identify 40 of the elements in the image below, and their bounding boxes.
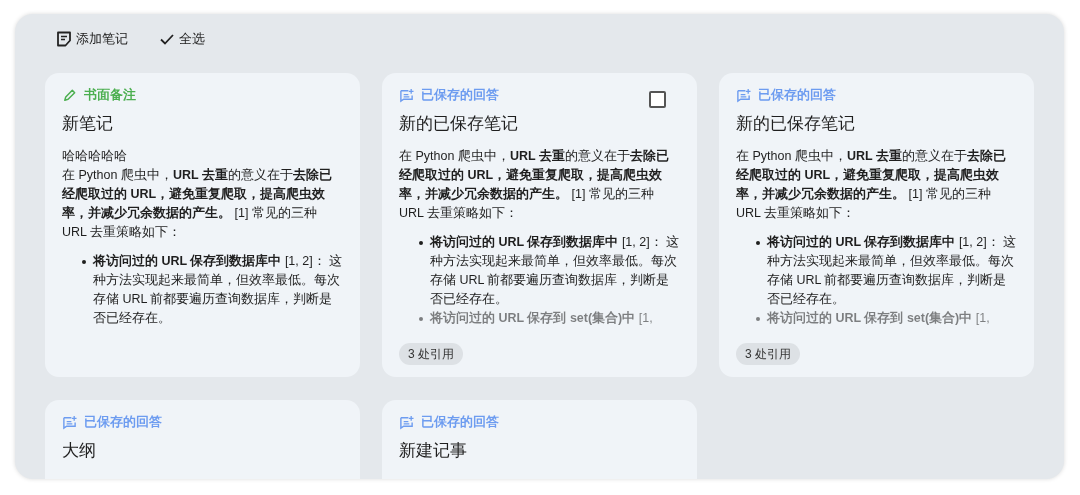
source-label: 书面备注 — [84, 87, 136, 104]
bullet-text: 将访问过的 URL 保存到 set(集合)中 [1, — [767, 310, 990, 327]
note-title: 新的已保存笔记 — [399, 113, 519, 135]
note-card[interactable] — [382, 73, 697, 377]
note-text: 在 Python 爬虫中，URL 去重的意义在于去除已经爬取过的 URL，避免重复爬取，提高爬虫效率，并减少冗余数据的产生。 [1] 常见的三种 URL 去重策略如下： — [736, 148, 1007, 222]
source-label: 已保存的回答 — [421, 414, 499, 431]
saved-note-icon — [736, 88, 751, 103]
note-text: 在 Python 爬虫中，URL 去重的意义在于去除已经爬取过的 URL，避免重复爬取，提高爬虫效率，并减少冗余数据的产生。 [1] 常见的三种 URL 去重策略如下： — [399, 148, 670, 222]
bullet-text: 将访问过的 URL 保存到 set(集合)中 [1, — [430, 310, 653, 327]
select-all-button[interactable]: 全选 — [156, 28, 207, 50]
source-label: 已保存的回答 — [758, 87, 836, 104]
citation-chip[interactable]: 3 处引用 — [736, 343, 800, 365]
citation-chip[interactable]: 3 处引用 — [399, 343, 463, 365]
bullet-icon — [419, 241, 423, 245]
source-label: 已保存的回答 — [421, 87, 499, 104]
note-card[interactable] — [719, 73, 1034, 377]
bullet-text: 将访问过的 URL 保存到数据库中 [1, 2]： 这种方法实现起来最简单，但效率最低。每次存储 URL 前都要遍历查询数据库，判断是否已经存在。 — [767, 234, 1018, 308]
pencil-icon — [62, 88, 77, 103]
bullet-text: 将访问过的 URL 保存到数据库中 [1, 2]： 这种方法实现起来最简单，但效率最低。每次存储 URL 前都要遍历查询数据库，判断是否已经存在。 — [430, 234, 681, 308]
note-add-icon — [55, 30, 73, 48]
bullet-icon — [756, 317, 760, 321]
checkbox[interactable] — [649, 91, 666, 108]
note-text: 在 Python 爬虫中，URL 去重的意义在于去除已经爬取过的 URL，避免重复爬取，提高爬虫效率，并减少冗余数据的产生。 [1] 常见的三种 URL 去重策略如下： — [62, 167, 333, 241]
note-title: 新的已保存笔记 — [736, 113, 856, 135]
note-title: 新建记事 — [399, 440, 468, 462]
saved-note-icon — [399, 415, 414, 430]
note-text: 哈哈哈哈哈 — [62, 148, 128, 165]
note-title: 新笔记 — [62, 113, 114, 135]
bullet-icon — [82, 260, 86, 264]
source-label: 已保存的回答 — [84, 414, 162, 431]
saved-note-icon — [62, 415, 77, 430]
note-card[interactable]: 书面备注 新笔记 哈哈哈哈哈 在 Python 爬虫中，URL 去重的意义在于去除已经爬取过的 URL，避免重复爬取，提高爬虫效率，并减少冗余数据的产生。 [1] 常见的三种 URL 去重策略如下： 将访问过的 URL 保存到数据库中 [1, 2]： 这种方法实现起来最简单，但效率最低。每次存储 URL 前都要遍历查询数据库，判断是否已经存在。 — [45, 73, 360, 377]
saved-note-icon — [399, 88, 414, 103]
bullet-text: 将访问过的 URL 保存到数据库中 [1, 2]： 这种方法实现起来最简单，但效率最低。每次存储 URL 前都要遍历查询数据库，判断是否已经存在。 — [93, 253, 344, 327]
bullet-icon — [419, 317, 423, 321]
note-card[interactable]: 已保存的回答 大纲 — [45, 400, 360, 479]
add-note-button[interactable]: 添加笔记 — [53, 28, 130, 50]
bullet-icon — [756, 241, 760, 245]
note-card[interactable]: 已保存的回答 新建记事 — [382, 400, 697, 479]
note-title: 大纲 — [62, 440, 97, 462]
